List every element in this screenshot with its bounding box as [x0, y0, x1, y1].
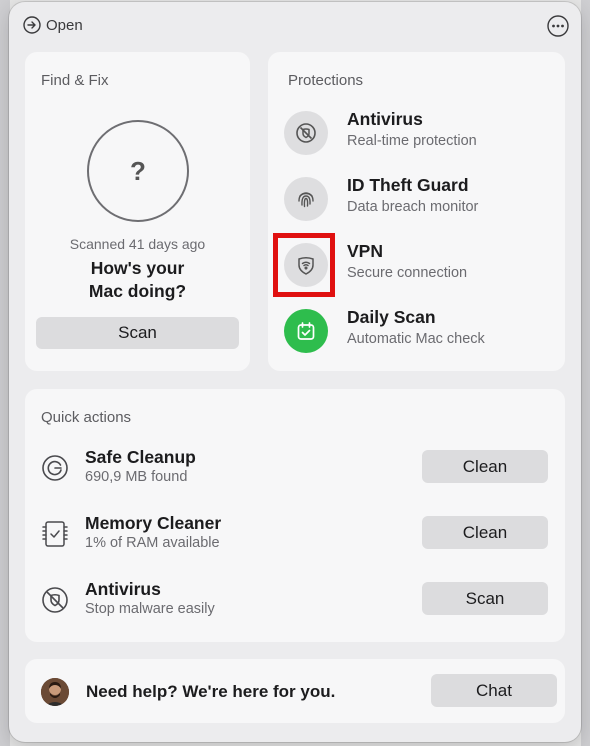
protection-item-vpn[interactable]: VPN Secure connection [273, 233, 554, 297]
protection-name: Antivirus [347, 109, 423, 129]
health-status-symbol: ? [130, 155, 146, 186]
quick-action-subtitle: Stop malware easily [85, 601, 215, 617]
quick-action-name: Antivirus [85, 579, 161, 599]
quick-action-name: Safe Cleanup [85, 447, 196, 467]
find-fix-title: Find & Fix [41, 72, 109, 89]
protections-card: Protections Antivirus Real-time protecti… [268, 52, 565, 371]
antivirus-icon [42, 587, 68, 613]
health-question-line2: Mac doing? [88, 281, 187, 301]
find-fix-card: Find & Fix ? Scanned 41 days ago How's y… [25, 52, 250, 371]
fingerprint-icon [284, 177, 328, 221]
protections-title: Protections [288, 72, 364, 89]
protection-name: ID Theft Guard [347, 175, 469, 195]
protection-subtitle: Automatic Mac check [347, 331, 485, 347]
open-label: Open [46, 16, 83, 34]
open-app-link[interactable]: Open [23, 16, 83, 34]
arrow-circle-right-icon [23, 16, 41, 34]
protection-name: Daily Scan [347, 307, 436, 327]
health-status-ring: ? [87, 120, 189, 222]
quick-action-subtitle: 1% of RAM available [85, 535, 220, 551]
clean-button[interactable]: Clean [422, 450, 548, 483]
memory-chip-icon [42, 521, 68, 547]
support-avatar [41, 678, 69, 706]
quick-action-name: Memory Cleaner [85, 513, 222, 533]
quick-actions-card: Quick actions Safe Cleanup 690,9 MB foun… [25, 389, 565, 642]
scan-button[interactable]: Scan [422, 582, 548, 615]
protection-subtitle: Secure connection [347, 265, 468, 281]
cleanup-icon [42, 455, 68, 481]
protection-item-daily-scan[interactable]: Daily Scan Automatic Mac check [284, 307, 554, 357]
protection-name: VPN [347, 241, 383, 261]
calendar-check-icon [284, 309, 328, 353]
popover-panel: Open Find & Fix ? Scanned 41 days ago Ho… [9, 2, 581, 742]
scan-button[interactable]: Scan [36, 317, 239, 349]
vpn-highlight-box [273, 233, 335, 297]
clean-button[interactable]: Clean [422, 516, 548, 549]
quick-action-memory-cleaner: Memory Cleaner 1% of RAM available Clean [40, 513, 550, 561]
shield-slash-icon [284, 111, 328, 155]
last-scanned-text: Scanned 41 days ago [69, 236, 206, 252]
more-options-icon[interactable] [547, 15, 569, 37]
help-text: Need help? We're here for you. [86, 682, 336, 701]
chat-button[interactable]: Chat [431, 674, 557, 707]
background-window-edge [581, 0, 590, 746]
protection-subtitle: Real-time protection [347, 133, 477, 149]
quick-action-safe-cleanup: Safe Cleanup 690,9 MB found Clean [40, 447, 550, 495]
health-question: How's your Mac doing? [25, 257, 250, 303]
protection-subtitle: Data breach monitor [347, 199, 479, 215]
help-card: Need help? We're here for you. Chat [25, 659, 565, 723]
protection-item-antivirus[interactable]: Antivirus Real-time protection [284, 109, 554, 159]
quick-action-subtitle: 690,9 MB found [85, 469, 188, 485]
quick-action-antivirus: Antivirus Stop malware easily Scan [40, 579, 550, 627]
quick-actions-title: Quick actions [41, 409, 132, 426]
health-question-line1: How's your [90, 258, 185, 278]
protection-item-id-theft-guard[interactable]: ID Theft Guard Data breach monitor [284, 175, 554, 225]
